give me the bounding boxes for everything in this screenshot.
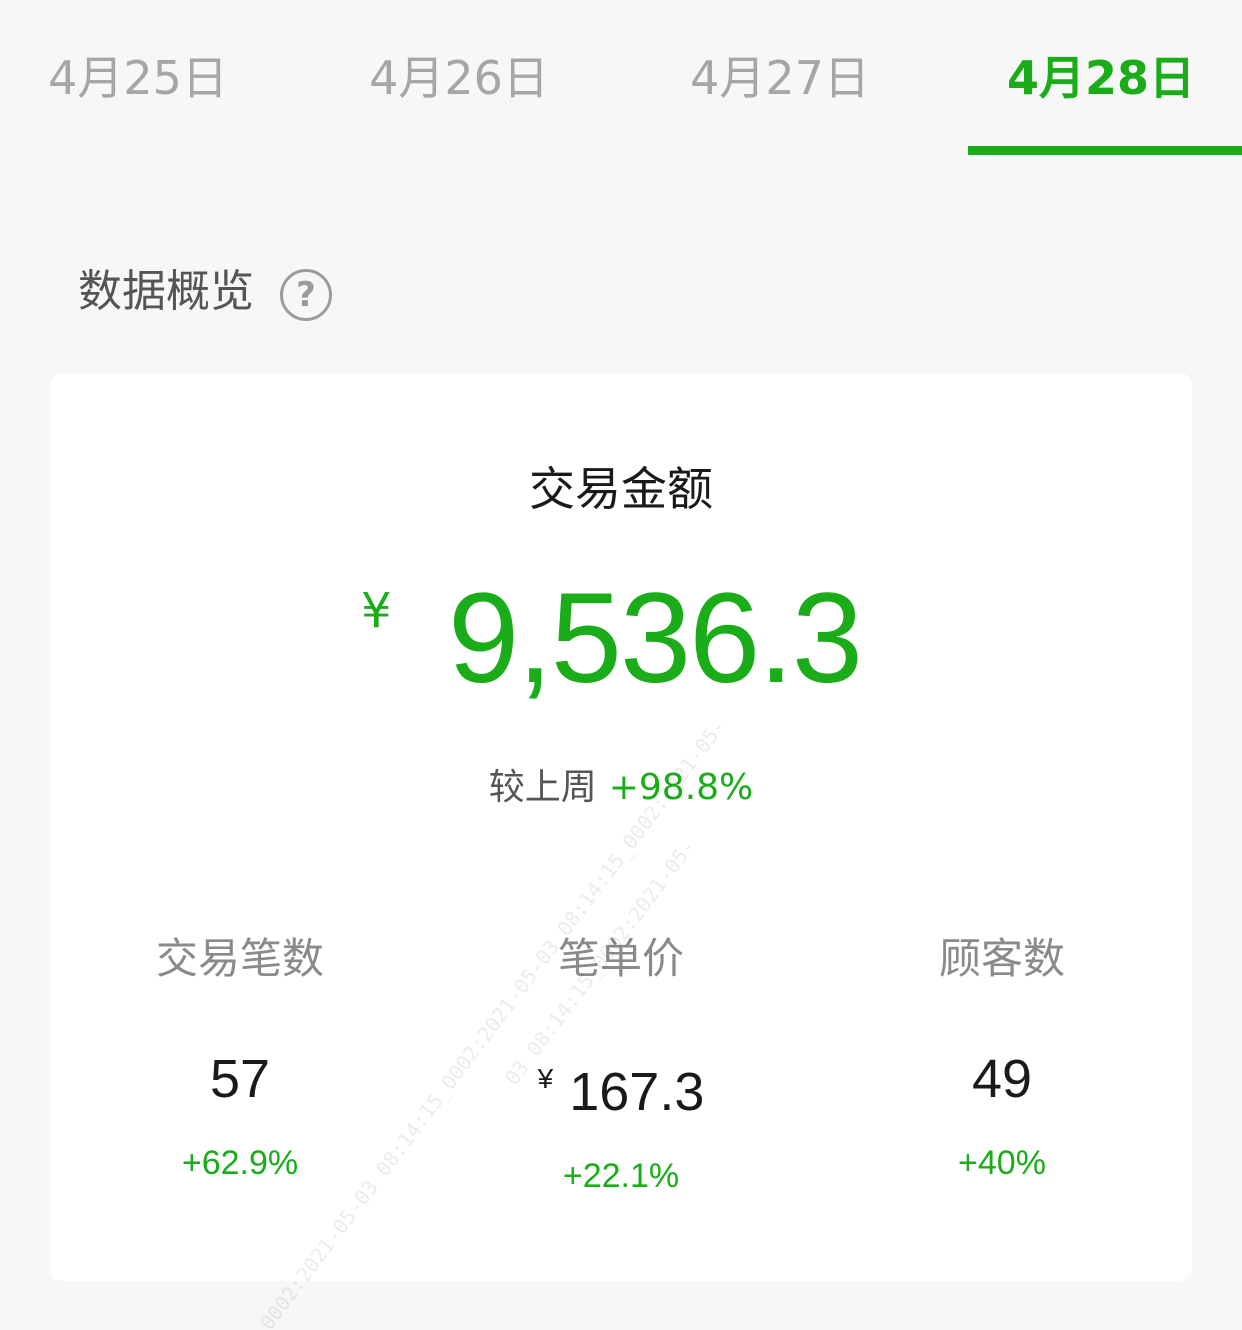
- stat-label: 交易笔数: [155, 934, 324, 983]
- question-circle-icon[interactable]: ?: [280, 269, 332, 321]
- currency-symbol: ¥: [361, 583, 392, 639]
- tab-apr-25[interactable]: 4月25日: [0, 46, 288, 110]
- date-tabs: 4月25日 4月26日 4月27日 4月28日: [0, 0, 1242, 156]
- week-comparison-label: 较上周: [488, 767, 597, 808]
- week-comparison: 较上周 +98.8%: [50, 763, 1192, 813]
- page: 4月25日 4月26日 4月27日 4月28日 数据概览 ? 交易金额 ¥ 9,…: [0, 0, 1242, 1330]
- stat-transaction-count: 交易笔数 57 +62.9%: [50, 931, 430, 1185]
- stat-label: 顾客数: [938, 934, 1065, 983]
- currency-symbol: ¥: [537, 1063, 554, 1094]
- overview-card: 交易金额 ¥ 9,536.3 较上周 +98.8% 交易笔数 57 +62.9% …: [50, 373, 1192, 1281]
- transaction-amount-title: 交易金额: [529, 462, 713, 516]
- stat-number: 167.3: [569, 1062, 705, 1122]
- tab-apr-26[interactable]: 4月26日: [309, 46, 609, 110]
- stat-customer-count: 顾客数 49 +40%: [812, 931, 1192, 1185]
- stat-value: ¥167.3: [431, 1047, 811, 1124]
- section-title: 数据概览: [78, 266, 254, 317]
- stat-value: 49: [971, 1049, 1033, 1109]
- tab-apr-27[interactable]: 4月27日: [630, 46, 930, 110]
- stat-change: +22.1%: [562, 1157, 680, 1195]
- stat-average-price: 笔单价 ¥167.3 +22.1%: [431, 931, 811, 1198]
- transaction-amount: ¥ 9,536.3: [50, 569, 1192, 709]
- stat-change: +40%: [958, 1144, 1046, 1182]
- week-comparison-value: +98.8%: [608, 767, 754, 808]
- transaction-amount-value: 9,536.3: [448, 567, 863, 710]
- stat-value: 57: [209, 1049, 271, 1109]
- tab-apr-28[interactable]: 4月28日: [951, 46, 1242, 110]
- active-tab-indicator: [968, 146, 1242, 155]
- stat-change: +62.9%: [181, 1144, 299, 1182]
- stat-label: 笔单价: [557, 934, 684, 983]
